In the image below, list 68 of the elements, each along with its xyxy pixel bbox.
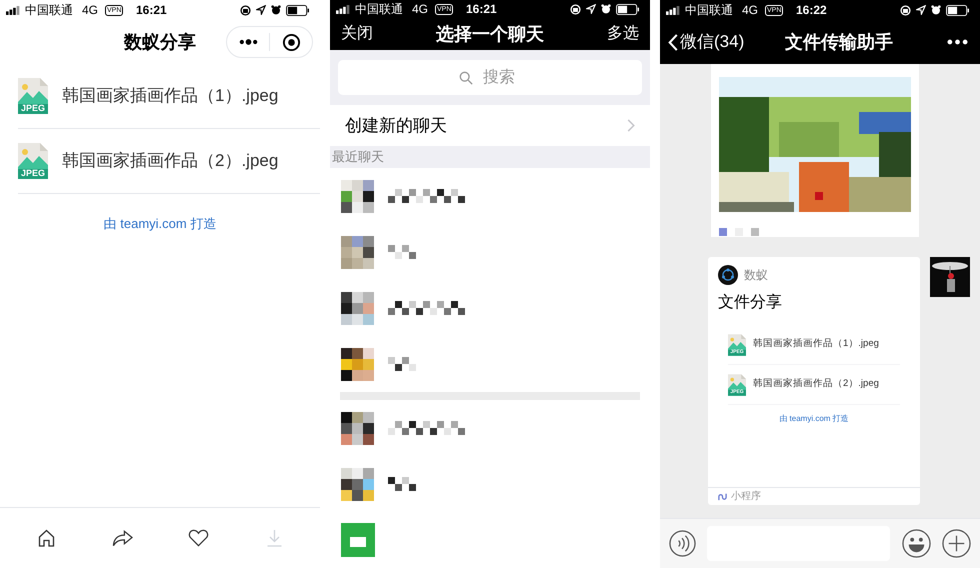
network-type: 4G — [82, 2, 98, 19]
multi-select-button[interactable]: 多选 — [589, 22, 639, 46]
search-icon — [459, 71, 473, 86]
file-transfer-icon — [341, 523, 375, 557]
more-dots-icon — [238, 39, 258, 45]
signal-icon — [336, 4, 352, 14]
mini-program-icon — [718, 492, 727, 501]
location-arrow-icon — [256, 5, 266, 15]
signal-icon — [6, 6, 22, 14]
status-time: 16:21 — [466, 1, 497, 18]
pixelated-name-drawing — [388, 357, 416, 371]
more-functions-button[interactable] — [942, 529, 971, 558]
pixelated-caption-drawing — [719, 228, 761, 236]
app-logo-icon — [718, 265, 738, 285]
status-time: 16:21 — [136, 2, 167, 19]
pixelated-name-drawing — [388, 477, 416, 491]
back-chevron-icon — [668, 34, 678, 50]
section-header: 最近聊天 — [330, 146, 650, 168]
alarm-clock-icon — [271, 5, 281, 15]
page-title: 选择一个聊天 — [435, 22, 545, 46]
chevron-right-icon — [627, 119, 635, 132]
signal-icon — [666, 6, 682, 14]
footer-link: 由 teamyi.com 打造 — [779, 413, 849, 425]
carrier-name: 中国联通 — [25, 2, 73, 19]
image-file-icon — [728, 374, 746, 396]
network-type: 4G — [742, 2, 758, 19]
app-name: 数蚁 — [744, 267, 768, 284]
status-time: 16:22 — [796, 2, 827, 19]
alarm-clock-icon — [601, 4, 611, 14]
close-button[interactable]: 关闭 — [341, 22, 391, 46]
card-title: 文件分享 — [717, 292, 783, 313]
footer-link[interactable]: 由 teamyi.com 打造 — [104, 214, 216, 234]
file-type-label: JPEG — [20, 168, 46, 178]
voice-button[interactable] — [669, 530, 696, 557]
location-arrow-icon — [586, 4, 596, 14]
image-file-icon — [18, 143, 48, 179]
mini-program-label: 小程序 — [731, 490, 761, 504]
location-arrow-icon — [916, 5, 926, 15]
carrier-name: 中国联通 — [685, 2, 733, 19]
orientation-lock-icon — [900, 4, 911, 16]
file-type-label: JPEG — [20, 103, 46, 113]
smiley-icon — [902, 529, 931, 558]
battery-icon — [946, 4, 970, 16]
pixelated-name-drawing — [388, 245, 416, 259]
battery-icon — [616, 4, 640, 14]
voice-icon — [669, 530, 696, 557]
alarm-clock-icon — [931, 5, 941, 15]
image-file-icon — [728, 334, 746, 356]
image-message-bubble[interactable] — [711, 64, 919, 237]
search-field[interactable]: 搜索 — [338, 60, 642, 96]
battery-icon — [286, 4, 310, 16]
file-item[interactable]: JPEG 韩国画家插画作品（1）.jpeg — [18, 64, 320, 129]
page-title: 数蚁分享 — [124, 30, 196, 54]
new-chat-row[interactable]: 创建新的聊天 — [330, 105, 650, 146]
emoji-button[interactable] — [902, 529, 931, 558]
network-type: 4G — [412, 1, 428, 18]
image-file-icon — [18, 78, 48, 114]
share-icon — [112, 528, 132, 548]
more-dots-icon — [946, 39, 968, 45]
orientation-lock-icon — [570, 4, 581, 14]
carrier-name: 中国联通 — [355, 1, 403, 18]
orientation-lock-icon — [240, 4, 251, 16]
chat-title: 文件传输助手 — [784, 30, 894, 54]
back-button[interactable]: 微信(34) — [668, 29, 756, 55]
heart-icon — [188, 528, 208, 548]
target-circle-icon — [282, 32, 300, 52]
plus-icon — [942, 529, 971, 558]
file-item[interactable]: JPEG 韩国画家插画作品（2）.jpeg — [18, 129, 320, 194]
